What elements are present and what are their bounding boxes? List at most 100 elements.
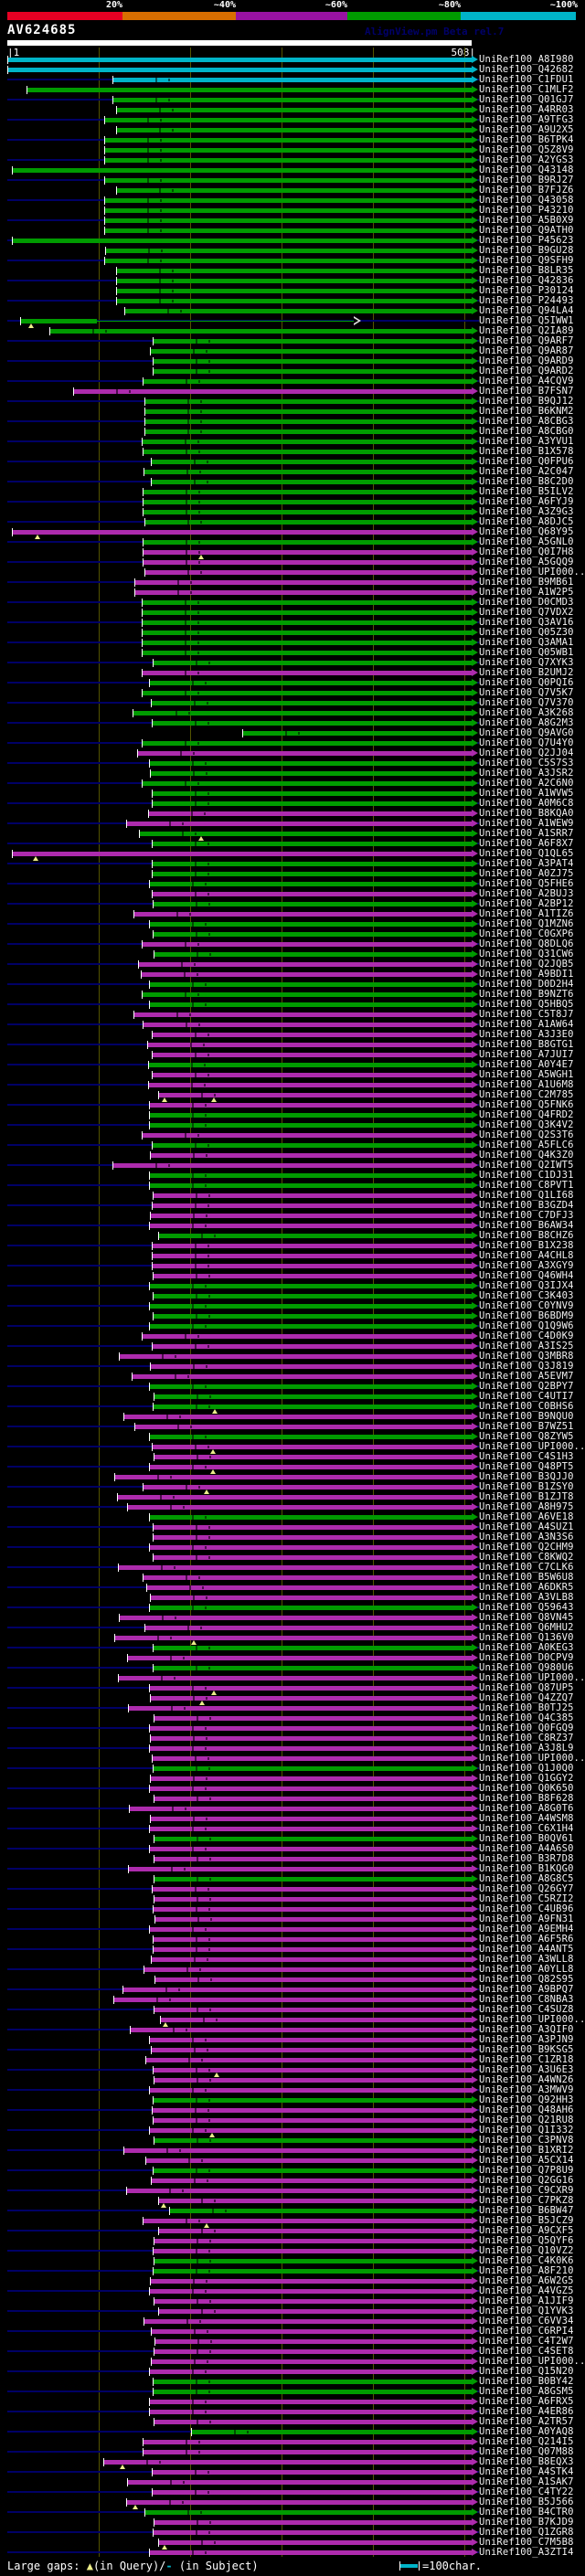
hit-bar[interactable]: [154, 369, 472, 374]
hit-bar[interactable]: [154, 1716, 472, 1721]
hit-bar[interactable]: [151, 2279, 472, 2284]
hit-bar[interactable]: [151, 1364, 472, 1369]
hit-bar[interactable]: [143, 992, 472, 997]
hit-bar[interactable]: [150, 1606, 472, 1610]
hit-bar[interactable]: [151, 1214, 472, 1218]
hit-bar[interactable]: [154, 1294, 472, 1299]
hit-bar[interactable]: [153, 791, 472, 796]
hit-bar[interactable]: [154, 1525, 472, 1530]
hit-bar[interactable]: [143, 1133, 472, 1138]
hit-bar[interactable]: [151, 1736, 472, 1741]
hit-bar[interactable]: [153, 1073, 472, 1077]
hit-bar[interactable]: [144, 1575, 472, 1580]
hit-bar[interactable]: [147, 1585, 472, 1590]
hit-bar[interactable]: [154, 1646, 472, 1650]
hit-bar[interactable]: [127, 2189, 472, 2193]
hit-bar[interactable]: [127, 822, 472, 826]
hit-bar[interactable]: [149, 1083, 472, 1087]
hit-bar[interactable]: [140, 832, 472, 836]
hit-bar[interactable]: [150, 2289, 472, 2294]
hit-bar[interactable]: [150, 2128, 472, 2133]
hit-bar[interactable]: [150, 2088, 472, 2093]
hit-bar[interactable]: [145, 419, 472, 424]
hit-bar[interactable]: [13, 852, 472, 856]
hit-bar[interactable]: [153, 1344, 472, 1349]
hit-bar[interactable]: [150, 1384, 472, 1389]
hit-bar[interactable]: [154, 359, 472, 364]
hit-bar[interactable]: [149, 811, 472, 816]
hit-bar[interactable]: [124, 2148, 472, 2153]
hit-bar[interactable]: [154, 661, 472, 665]
hit-bar[interactable]: [117, 108, 472, 112]
hit-bar[interactable]: [153, 2470, 472, 2475]
hit-bar[interactable]: [154, 2380, 472, 2384]
hit-bar[interactable]: [150, 761, 472, 766]
hit-bar[interactable]: [123, 1988, 472, 1992]
hit-bar[interactable]: [154, 2520, 472, 2525]
hit-bar[interactable]: [125, 309, 472, 313]
hit-bar[interactable]: [144, 450, 472, 454]
hit-bar[interactable]: [144, 2319, 472, 2324]
hit-bar[interactable]: [150, 2410, 472, 2414]
hit-bar[interactable]: [128, 2480, 472, 2485]
hit-bar[interactable]: [159, 1093, 472, 1097]
hit-bar[interactable]: [144, 1023, 472, 1027]
hit-bar[interactable]: [154, 2299, 472, 2304]
hit-bar[interactable]: [152, 2048, 472, 2052]
hit-bar[interactable]: [139, 962, 472, 967]
hit-bar[interactable]: [154, 2138, 472, 2143]
hit-bar[interactable]: [152, 460, 472, 464]
hit-bar[interactable]: [150, 1927, 472, 1932]
hit-bar[interactable]: [154, 1857, 472, 1861]
hit-bar[interactable]: [243, 731, 472, 736]
hit-bar[interactable]: [150, 1304, 472, 1309]
hit-bar[interactable]: [153, 1887, 472, 1892]
hit-bar[interactable]: [145, 570, 472, 575]
hit-bar[interactable]: [149, 1063, 472, 1067]
hit-bar[interactable]: [153, 842, 472, 846]
hit-bar[interactable]: [143, 741, 472, 746]
hit-bar[interactable]: [150, 1545, 472, 1550]
hit-bar[interactable]: [153, 1756, 472, 1761]
hit-bar[interactable]: [152, 480, 472, 484]
hit-bar[interactable]: [154, 2269, 472, 2274]
hit-bar[interactable]: [154, 932, 472, 937]
hit-bar[interactable]: [144, 2440, 472, 2444]
hit-bar[interactable]: [134, 912, 472, 917]
hit-bar[interactable]: [143, 942, 472, 947]
hit-bar[interactable]: [150, 1515, 472, 1520]
hit-bar[interactable]: [144, 560, 472, 565]
hit-bar[interactable]: [150, 1113, 472, 1118]
hit-bar[interactable]: [155, 1917, 472, 1922]
hit-bar[interactable]: [117, 289, 472, 293]
hit-bar[interactable]: [153, 1254, 472, 1258]
hit-bar[interactable]: [131, 2028, 472, 2032]
hit-bar[interactable]: [159, 1234, 472, 1238]
hit-bar[interactable]: [151, 1153, 472, 1158]
hit-bar[interactable]: [143, 781, 472, 786]
hit-bar[interactable]: [144, 510, 472, 514]
hit-bar[interactable]: [150, 2550, 472, 2555]
hit-bar[interactable]: [13, 530, 472, 535]
hit-bar[interactable]: [117, 279, 472, 283]
hit-bar[interactable]: [144, 500, 472, 504]
hit-label[interactable]: UniRef100_A3ZTI4: [479, 2548, 583, 2558]
hit-bar[interactable]: [145, 1626, 472, 1630]
hit-bar[interactable]: [118, 1495, 472, 1500]
hit-bar[interactable]: [133, 711, 472, 716]
hit-bar[interactable]: [150, 1284, 472, 1288]
hit-bar[interactable]: [145, 399, 472, 404]
hit-bar[interactable]: [150, 1435, 472, 1439]
hit-bar[interactable]: [144, 470, 472, 474]
hit-bar[interactable]: [145, 429, 472, 434]
hit-bar[interactable]: [150, 1726, 472, 1731]
hit-bar[interactable]: [154, 1193, 472, 1198]
hit-bar[interactable]: [151, 1776, 472, 1781]
hit-bar[interactable]: [154, 902, 472, 906]
hit-bar[interactable]: [154, 2349, 472, 2354]
hit-bar[interactable]: [115, 1475, 472, 1479]
hit-bar[interactable]: [142, 972, 472, 977]
hit-bar[interactable]: [150, 1173, 472, 1178]
hit-bar[interactable]: [154, 952, 472, 957]
hit-bar[interactable]: [153, 1143, 472, 1148]
